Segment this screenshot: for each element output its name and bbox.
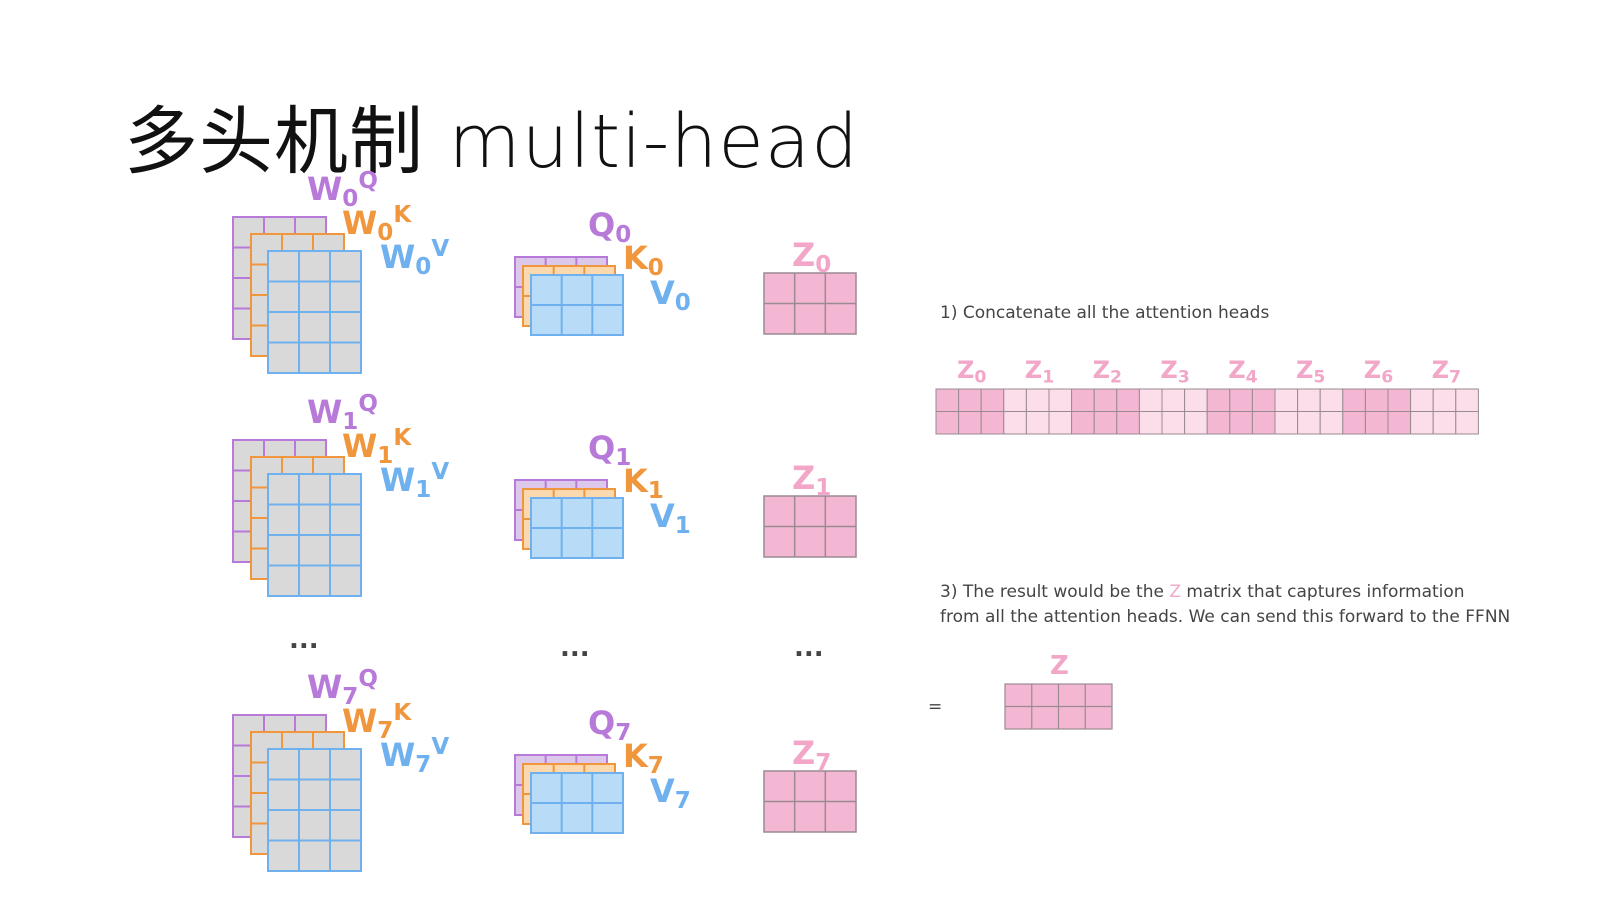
value-label: V0 bbox=[650, 274, 691, 316]
concat-z-label: Z3 bbox=[1160, 356, 1189, 387]
z-label: Z7 bbox=[792, 734, 831, 776]
z-label: Z0 bbox=[792, 236, 831, 278]
weight-matrix-v bbox=[267, 250, 362, 374]
weight-matrix-v bbox=[267, 473, 362, 597]
concat-z-label: Z2 bbox=[1093, 356, 1122, 387]
concat-z-label: Z4 bbox=[1228, 356, 1257, 387]
result-caption-line2: from all the attention heads. We can sen… bbox=[940, 607, 1510, 627]
concat-z-label: Z6 bbox=[1364, 356, 1393, 387]
z-matrix bbox=[763, 272, 857, 335]
z-matrix bbox=[763, 495, 857, 558]
weight-label-v: W7V bbox=[380, 734, 449, 778]
result-z-matrix bbox=[1004, 683, 1113, 730]
concat-z-label: Z7 bbox=[1432, 356, 1461, 387]
ellipsis-z: ... bbox=[794, 633, 824, 663]
value-matrix bbox=[530, 497, 624, 559]
value-label: V1 bbox=[650, 497, 691, 539]
concat-z-label: Z5 bbox=[1296, 356, 1325, 387]
result-z-label: Z bbox=[1050, 651, 1069, 681]
concat-z-label: Z1 bbox=[1025, 356, 1054, 387]
concat-z-label: Z0 bbox=[957, 356, 986, 387]
ellipsis-qkv: ... bbox=[560, 633, 590, 663]
z-matrix bbox=[763, 770, 857, 833]
value-matrix bbox=[530, 772, 624, 834]
value-matrix bbox=[530, 274, 624, 336]
ellipsis-weights: ... bbox=[289, 625, 319, 655]
concat-caption: 1) Concatenate all the attention heads bbox=[940, 303, 1269, 323]
weight-label-v: W1V bbox=[380, 459, 449, 503]
result-caption: 3) The result would be the Z matrix that… bbox=[940, 582, 1465, 602]
z-label: Z1 bbox=[792, 459, 831, 501]
weight-matrix-v bbox=[267, 748, 362, 872]
equals-sign: = bbox=[928, 697, 942, 717]
value-label: V7 bbox=[650, 772, 691, 814]
concatenated-z-bar bbox=[935, 388, 1479, 435]
weight-label-v: W0V bbox=[380, 236, 449, 280]
multi-head-diagram: W0QW0KW0VQ0K0V0Z0W1QW1KW1VQ1K1V1Z1W7QW7K… bbox=[232, 168, 1510, 872]
